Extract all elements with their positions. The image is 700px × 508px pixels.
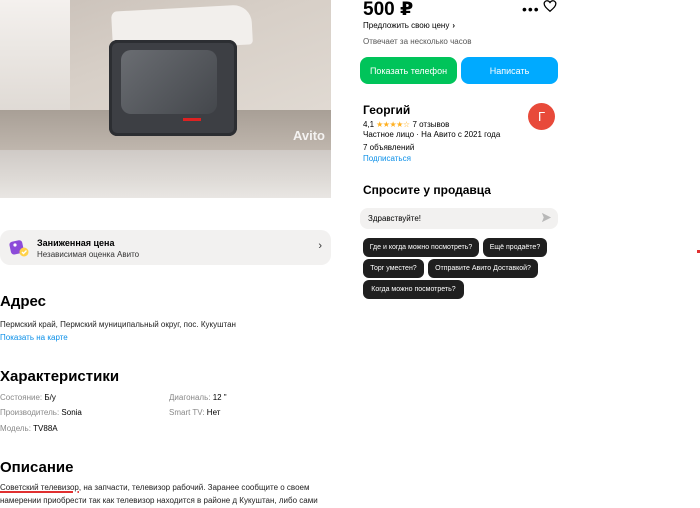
seller-meta: Частное лицо · На Авито с 2021 года	[363, 130, 501, 139]
show-phone-button[interactable]: Показать телефон	[360, 57, 457, 84]
listing-photo[interactable]: Avito	[0, 0, 331, 198]
quick-question-chip[interactable]: Когда можно посмотреть?	[363, 280, 464, 299]
rating-value: 4,1	[363, 120, 375, 129]
spec-value: TV88A	[33, 424, 58, 433]
spec-value: Нет	[206, 408, 221, 417]
subscribe-link[interactable]: Подписаться	[363, 154, 411, 163]
spec-key: Производитель:	[0, 408, 60, 417]
listing-price: 500 ₽	[363, 0, 414, 20]
photo-blurred-area	[0, 150, 331, 198]
price-badge-title: Заниженная цена	[37, 238, 115, 248]
rating-stars-icon: ★★★★☆	[376, 120, 410, 129]
spec-value: 12 "	[212, 393, 227, 402]
seller-ads-count[interactable]: 7 объявлений	[363, 143, 414, 152]
offer-price-link[interactable]: Предложить свою цену ›	[363, 21, 455, 30]
message-input[interactable]: Здравствуйте!	[360, 208, 558, 229]
message-input-value: Здравствуйте!	[368, 214, 422, 223]
heart-icon[interactable]	[543, 0, 557, 13]
spec-value: Б/у	[44, 393, 56, 402]
spec-value: Sonia	[61, 408, 82, 417]
spec-diagonal: Диагональ: 12 "	[169, 393, 227, 402]
reviews-count: 7 отзывов	[412, 120, 450, 129]
price-estimate-badge[interactable]: Заниженная цена Независимая оценка Авито…	[0, 230, 331, 265]
quick-question-chip[interactable]: Где и когда можно посмотреть?	[363, 238, 479, 257]
quick-question-chip[interactable]: Торг уместен?	[363, 259, 424, 278]
quick-question-chip[interactable]: Ещё продаёте?	[483, 238, 547, 257]
description-text: Советский телевизор, на запчасти, телеви…	[0, 482, 330, 507]
photo-tv-logo	[183, 118, 201, 121]
seller-name[interactable]: Георгий	[363, 103, 410, 117]
address-heading: Адрес	[0, 293, 47, 310]
show-on-map-link[interactable]: Показать на карте	[0, 333, 68, 342]
send-icon[interactable]	[541, 212, 552, 223]
price-tag-icon	[9, 240, 29, 257]
response-time: Отвечает за несколько часов	[363, 37, 472, 46]
address-text: Пермский край, Пермский муниципальный ок…	[0, 320, 236, 329]
seller-rating[interactable]: 4,1 ★★★★☆ 7 отзывов	[363, 120, 449, 129]
chevron-right-icon: ›	[318, 240, 322, 252]
spec-key: Модель:	[0, 424, 31, 433]
spec-key: Диагональ:	[169, 393, 211, 402]
spec-key: Smart TV:	[169, 408, 205, 417]
spec-condition: Состояние: Б/у	[0, 393, 56, 402]
chevron-right-icon: ›	[452, 21, 455, 30]
price-badge-subtitle: Независимая оценка Авито	[37, 250, 140, 259]
spec-key: Состояние:	[0, 393, 43, 402]
avito-watermark: Avito	[292, 128, 325, 143]
quick-question-chip[interactable]: Отправите Авито Доставкой?	[428, 259, 538, 278]
description-heading: Описание	[0, 459, 74, 476]
specs-heading: Характеристики	[0, 368, 120, 385]
write-message-button[interactable]: Написать	[461, 57, 558, 84]
avatar[interactable]: Г	[528, 103, 555, 130]
spec-model: Модель: TV88A	[0, 424, 58, 433]
spec-smart-tv: Smart TV: Нет	[169, 408, 220, 417]
photo-tv-screen	[121, 50, 217, 114]
ask-seller-heading: Спросите у продавца	[363, 183, 491, 197]
description-highlight: Советский телевизор	[0, 483, 79, 492]
more-icon[interactable]: •••	[522, 1, 540, 17]
spec-manufacturer: Производитель: Sonia	[0, 408, 82, 417]
offer-price-label: Предложить свою цену	[363, 21, 450, 30]
photo-tv	[109, 40, 237, 136]
